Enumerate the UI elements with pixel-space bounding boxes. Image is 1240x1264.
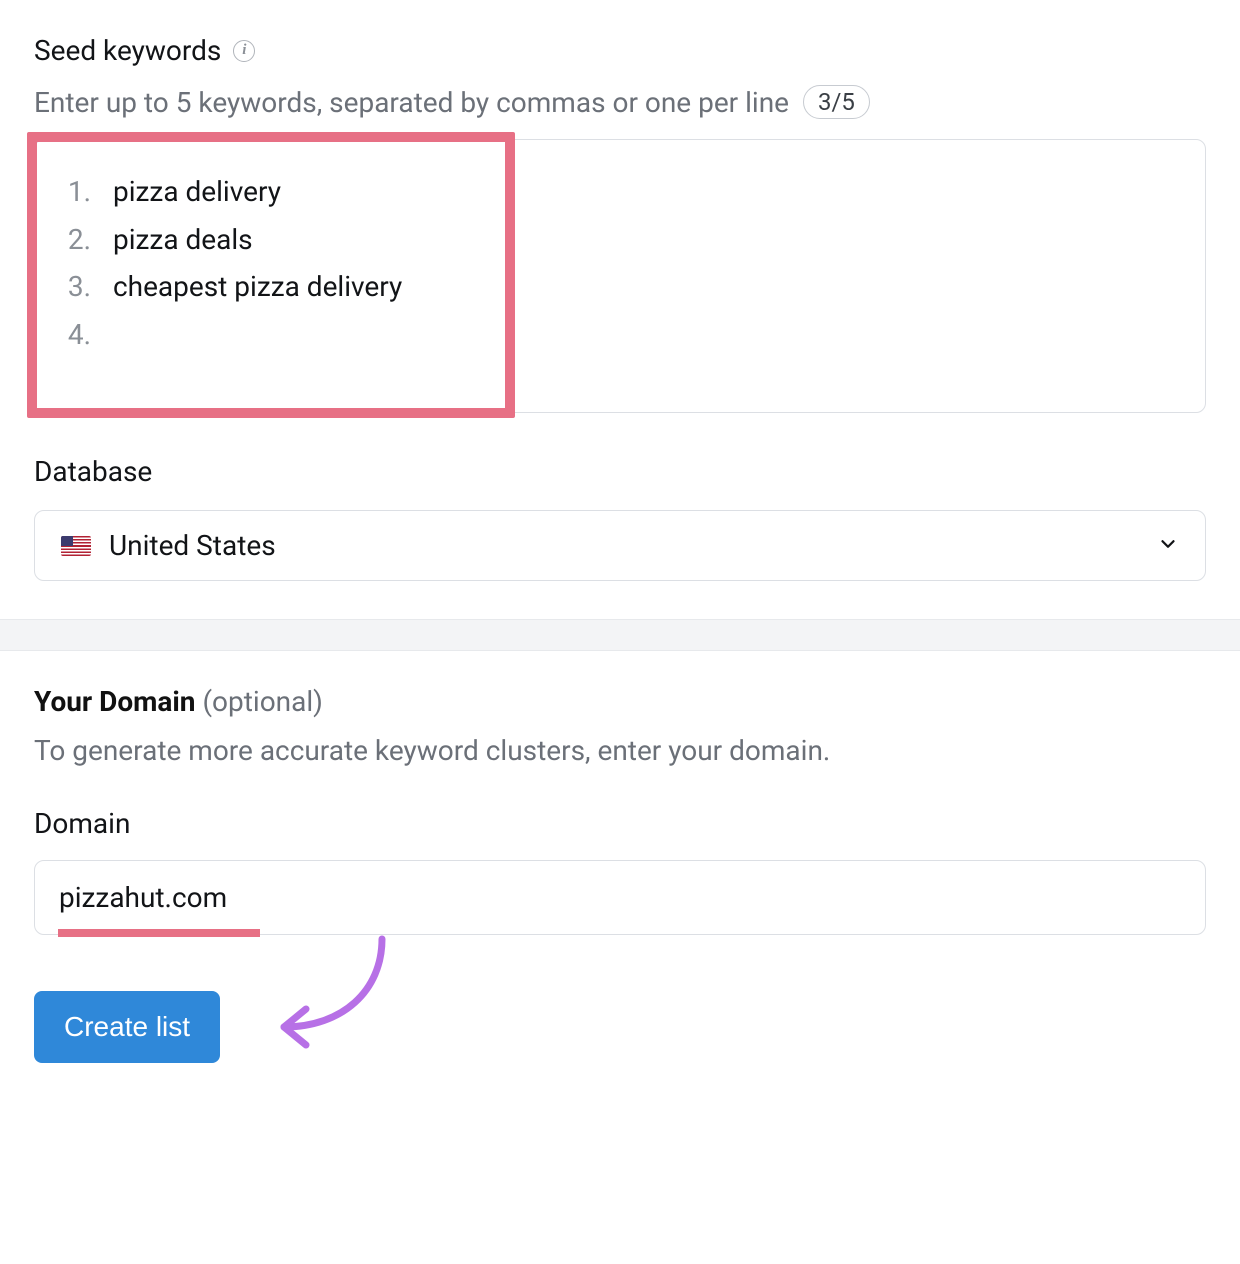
database-selected-value: United States: [109, 529, 1139, 562]
your-domain-section: Your Domain (optional) To generate more …: [0, 651, 1240, 1103]
info-icon[interactable]: i: [233, 40, 255, 62]
keyword-item: 1. pizza delivery: [65, 168, 1175, 216]
keyword-item: 2. pizza deals: [65, 216, 1175, 264]
seed-keywords-label: Seed keywords: [34, 34, 221, 67]
us-flag-icon: [61, 536, 91, 556]
your-domain-description: To generate more accurate keyword cluste…: [34, 734, 1206, 767]
keyword-item-empty: 4.: [65, 311, 1175, 359]
database-label: Database: [34, 455, 1206, 488]
section-divider: [0, 619, 1240, 651]
domain-input-wrap: [34, 860, 1206, 935]
chevron-down-icon: [1157, 533, 1179, 559]
create-list-button[interactable]: Create list: [34, 991, 220, 1063]
keyword-index: 4.: [65, 311, 91, 359]
seed-helper-text: Enter up to 5 keywords, separated by com…: [34, 86, 789, 119]
keyword-counter: 3/5: [803, 85, 870, 119]
domain-input-label: Domain: [34, 807, 1206, 840]
domain-input[interactable]: [34, 860, 1206, 935]
seed-keywords-section: Seed keywords i Enter up to 5 keywords, …: [0, 0, 1240, 581]
seed-helper-row: Enter up to 5 keywords, separated by com…: [34, 85, 1206, 119]
optional-label: (optional): [202, 685, 322, 718]
keyword-text: cheapest pizza delivery: [113, 263, 402, 311]
keyword-index: 3.: [65, 263, 91, 311]
action-row: Create list: [34, 991, 1206, 1103]
keyword-index: 2.: [65, 216, 91, 264]
keyword-index: 1.: [65, 168, 91, 216]
your-domain-heading-row: Your Domain (optional): [34, 685, 1206, 718]
annotation-arrow-icon: [262, 931, 442, 1071]
seed-label-row: Seed keywords i: [34, 34, 1206, 67]
your-domain-heading: Your Domain: [34, 685, 196, 718]
database-select[interactable]: United States: [34, 510, 1206, 581]
keyword-input-box[interactable]: 1. pizza delivery 2. pizza deals 3. chea…: [34, 139, 1206, 413]
keyword-text: pizza delivery: [113, 168, 281, 216]
keyword-list: 1. pizza delivery 2. pizza deals 3. chea…: [65, 168, 1175, 358]
keyword-item: 3. cheapest pizza delivery: [65, 263, 1175, 311]
keyword-text: pizza deals: [113, 216, 253, 264]
